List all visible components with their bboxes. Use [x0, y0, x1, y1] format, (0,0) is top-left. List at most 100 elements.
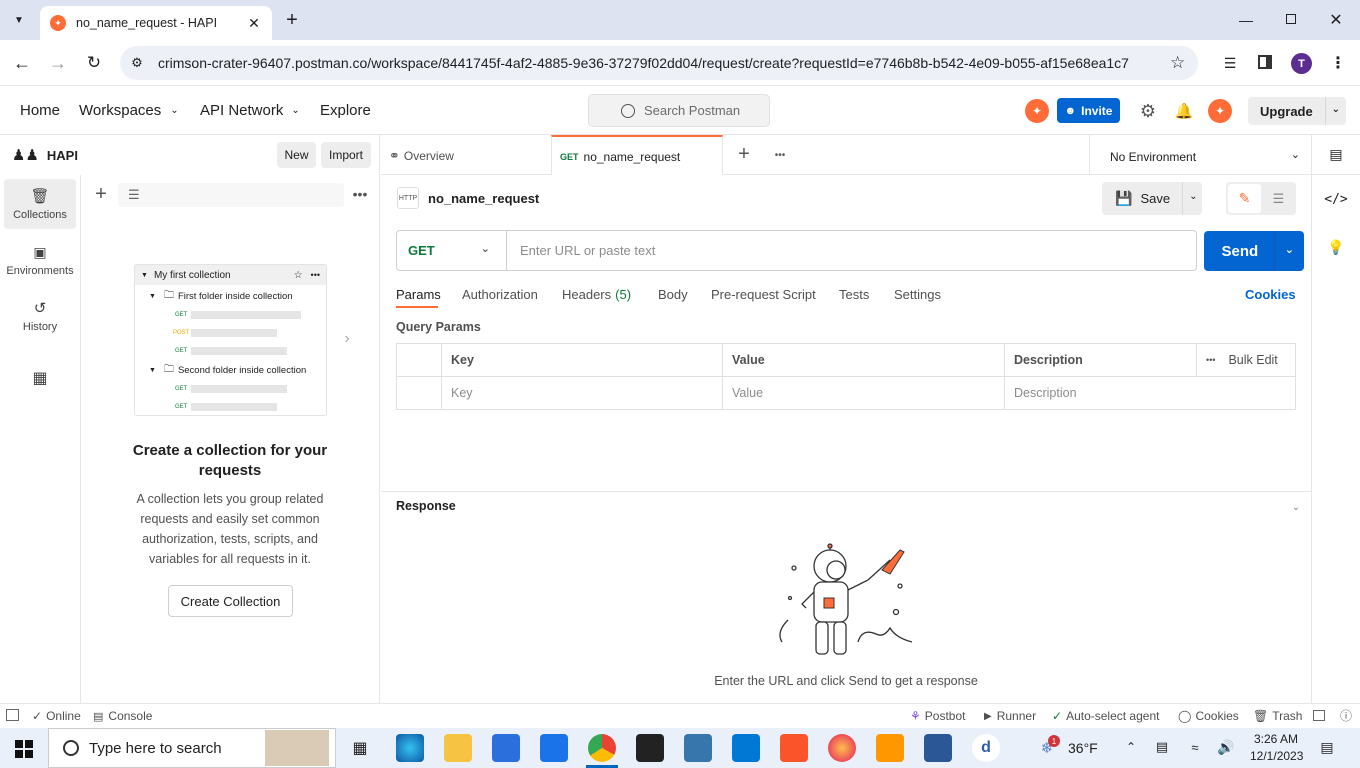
browser-menu-icon[interactable]: ⋮: [1330, 52, 1346, 74]
tab-active-request[interactable]: GET no_name_request: [551, 135, 723, 175]
statusbar-cookies-button[interactable]: ◯ Cookies: [1178, 709, 1239, 723]
browser-tab[interactable]: ✦ no_name_request - HAPI ✕: [40, 6, 272, 40]
workspace-title[interactable]: ♟♟ HAPI: [12, 146, 78, 164]
notifications-bell-icon[interactable]: 🔔: [1174, 101, 1194, 121]
edit-pencil-icon[interactable]: ✎: [1228, 184, 1261, 213]
clock[interactable]: 3:26 AM 12/1/2023: [1250, 731, 1303, 765]
tab-tests[interactable]: Tests: [839, 287, 869, 302]
nav-home[interactable]: Home: [20, 102, 60, 119]
weather-temp[interactable]: 36°F: [1068, 740, 1098, 756]
chrome-icon[interactable]: [588, 734, 616, 762]
vscode-icon[interactable]: [732, 734, 760, 762]
volume-icon[interactable]: 🔊: [1216, 738, 1236, 756]
app-d-icon[interactable]: d: [972, 734, 1000, 762]
file-explorer-icon[interactable]: [444, 734, 472, 762]
minimize-icon[interactable]: —: [1236, 10, 1256, 30]
bulk-edit-button[interactable]: Bulk Edit: [1228, 353, 1277, 367]
tab-params[interactable]: Params: [396, 287, 441, 302]
tab-authorization[interactable]: Authorization: [462, 287, 538, 302]
reload-icon[interactable]: ↻: [84, 53, 104, 73]
save-button[interactable]: 💾 Save ⌄: [1102, 182, 1202, 215]
two-pane-icon[interactable]: [1313, 710, 1325, 721]
method-selector[interactable]: GET ⌄: [396, 230, 506, 271]
new-button[interactable]: New: [277, 142, 316, 168]
close-tab-icon[interactable]: ✕: [246, 15, 262, 32]
chevron-right-icon[interactable]: ›: [340, 330, 354, 348]
windows-start-icon[interactable]: [15, 740, 33, 758]
code-icon[interactable]: </>: [1324, 190, 1347, 208]
forward-icon[interactable]: →: [48, 53, 68, 73]
more-options-icon[interactable]: •••: [1206, 355, 1215, 365]
device-icon[interactable]: ▤: [1154, 738, 1170, 756]
cookies-link[interactable]: Cookies: [1245, 287, 1296, 302]
tab-pre-request-script[interactable]: Pre-request Script: [711, 287, 816, 302]
back-icon[interactable]: ←: [12, 53, 32, 73]
toggle-sidebar-icon[interactable]: [6, 709, 19, 721]
close-window-icon[interactable]: ✕: [1326, 10, 1346, 30]
python-idle-icon[interactable]: [684, 734, 712, 762]
notification-center-icon[interactable]: ▤: [1318, 739, 1336, 755]
tab-search-icon[interactable]: ▼: [8, 9, 30, 31]
new-tab-icon[interactable]: +: [280, 8, 304, 32]
url-input[interactable]: Enter URL or paste text: [506, 230, 1197, 271]
side-panel-icon[interactable]: [1258, 55, 1272, 69]
value-input[interactable]: Value: [722, 376, 1005, 410]
powershell-icon[interactable]: [924, 734, 952, 762]
sidebar-item-environments[interactable]: ▣ Environments: [4, 235, 76, 285]
agent-selector[interactable]: ✓ Auto-select agent: [1052, 709, 1159, 723]
trash-button[interactable]: 🗑 Trash: [1253, 709, 1302, 723]
add-collection-icon[interactable]: +: [92, 183, 110, 205]
postbot-button[interactable]: ⚘ Postbot: [910, 709, 965, 723]
settings-gear-icon[interactable]: ⚙: [1138, 101, 1158, 121]
edge-icon[interactable]: [396, 734, 424, 762]
chevron-up-icon[interactable]: ⌃: [1124, 740, 1138, 754]
bookmark-star-icon[interactable]: ☆: [1170, 53, 1185, 73]
import-button[interactable]: Import: [321, 142, 371, 168]
chevron-down-icon[interactable]: ⌄: [1285, 243, 1294, 256]
restore-icon[interactable]: [1286, 14, 1296, 24]
terminal-icon[interactable]: [636, 734, 664, 762]
firefox-icon[interactable]: [828, 734, 856, 762]
send-button[interactable]: Send ⌄: [1204, 231, 1304, 271]
sidebar-item-collections[interactable]: 🗑 Collections: [4, 179, 76, 229]
response-divider[interactable]: [381, 491, 1311, 492]
search-postman[interactable]: Search Postman: [588, 94, 770, 127]
tab-body[interactable]: Body: [658, 287, 688, 302]
media-control-icon[interactable]: ☰: [1220, 54, 1240, 72]
chevron-down-icon[interactable]: ⌄: [1189, 191, 1197, 202]
mail-icon[interactable]: [540, 734, 568, 762]
chevron-down-icon[interactable]: ⌄: [1332, 104, 1340, 115]
url-bar[interactable]: ⚙ crimson-crater-96407.postman.co/worksp…: [120, 46, 1198, 80]
upgrade-button[interactable]: Upgrade ⌄: [1248, 97, 1346, 125]
create-collection-button[interactable]: Create Collection: [168, 585, 293, 617]
sidebar-item-configure[interactable]: ▦: [4, 353, 76, 403]
store-icon[interactable]: [492, 734, 520, 762]
nav-api-network[interactable]: API Network ⌄: [200, 102, 300, 119]
sublime-text-icon[interactable]: [876, 734, 904, 762]
new-tab-plus-icon[interactable]: +: [735, 143, 753, 165]
task-view-icon[interactable]: ▦: [350, 738, 370, 758]
brave-icon[interactable]: [780, 734, 808, 762]
comments-icon[interactable]: ☰: [1263, 184, 1294, 213]
description-input[interactable]: Description: [1004, 376, 1296, 410]
sidebar-item-history[interactable]: ↺ History: [4, 291, 76, 341]
environment-selector[interactable]: No Environment ⌄: [1110, 148, 1300, 165]
collections-filter-input[interactable]: ☰: [118, 183, 344, 207]
environment-quicklook-icon[interactable]: ▤: [1328, 146, 1344, 163]
more-tabs-icon[interactable]: •••: [770, 148, 790, 162]
nav-workspaces[interactable]: Workspaces ⌄: [79, 102, 179, 119]
tab-settings[interactable]: Settings: [894, 287, 941, 302]
nav-explore[interactable]: Explore: [320, 102, 371, 119]
user-avatar[interactable]: ✦: [1208, 99, 1232, 123]
runner-button[interactable]: ▶ Runner: [984, 709, 1036, 723]
invite-button[interactable]: ☻ Invite: [1057, 98, 1120, 123]
more-options-icon[interactable]: •••: [350, 186, 370, 202]
site-info-icon[interactable]: ⚙: [130, 55, 144, 71]
chevron-down-icon[interactable]: ⌄: [1289, 500, 1303, 514]
console-button[interactable]: ▤ Console: [93, 709, 152, 723]
help-icon[interactable]: ⓘ: [1338, 708, 1354, 723]
online-status[interactable]: ✓ Online: [32, 709, 81, 723]
lightbulb-icon[interactable]: 💡: [1327, 238, 1344, 256]
wifi-icon[interactable]: ≈: [1186, 738, 1204, 756]
postman-logo-icon[interactable]: ✦: [1025, 99, 1049, 123]
